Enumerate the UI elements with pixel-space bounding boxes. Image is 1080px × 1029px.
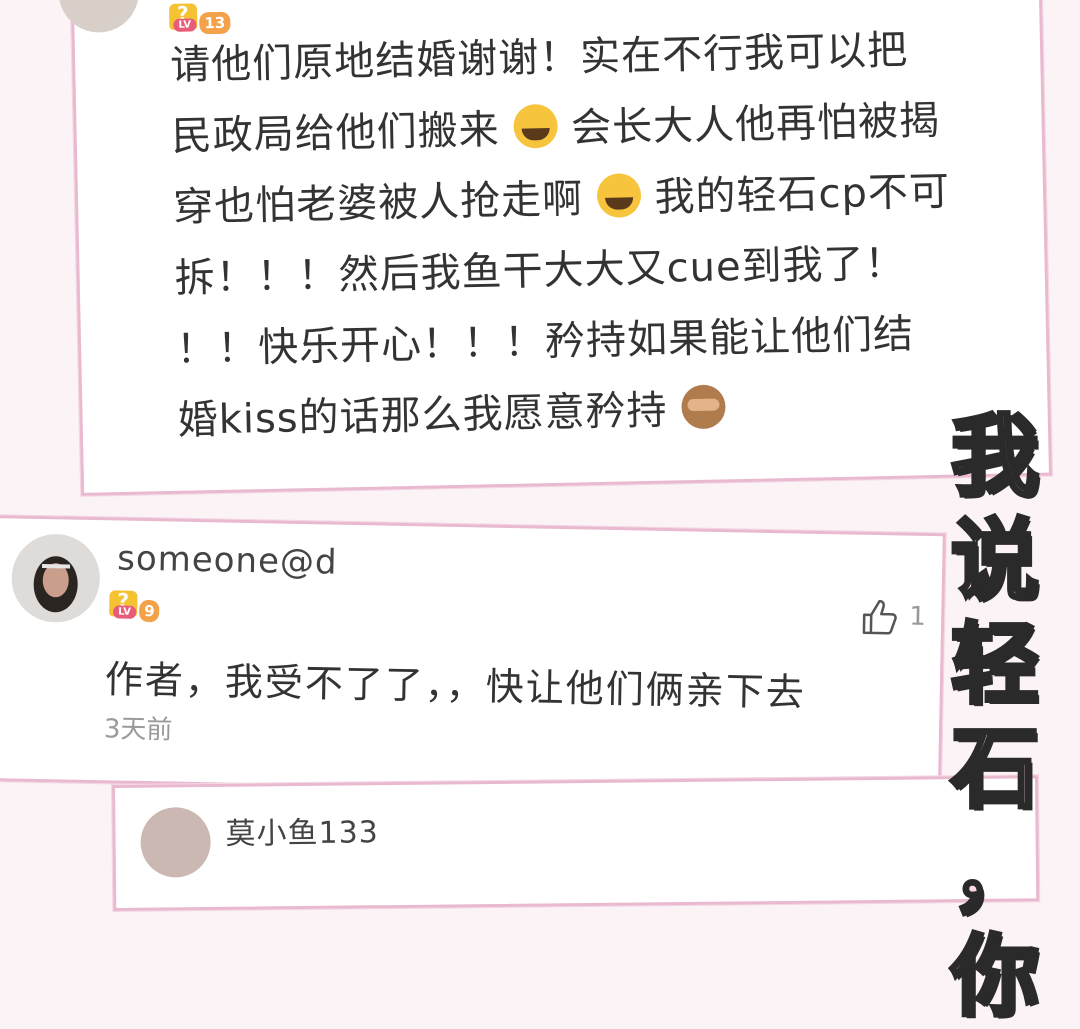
comment-text: 请他们原地结婚谢谢！实在不行我可以把 民政局给他们搬来 会长大人他再怕被揭 穿也… <box>170 13 1029 457</box>
avatar[interactable] <box>10 533 101 624</box>
avatar[interactable] <box>140 806 211 878</box>
comment-card: 莫小鱼133 <box>112 775 1040 911</box>
comment-segment: 民政局给他们搬来 <box>171 107 501 160</box>
username[interactable]: 莫小鱼133 <box>225 807 379 853</box>
caption-char: 我 <box>949 403 1041 510</box>
comment-segment: 婚kiss的话那么我愿意矜持 <box>177 387 669 444</box>
level-number: 9 <box>138 599 160 623</box>
caption-char: 石 <box>949 715 1041 822</box>
avatar[interactable] <box>57 0 140 34</box>
comment-segment: 会长大人他再怕被揭 <box>570 97 941 152</box>
comment-time: 3天前 <box>103 714 173 746</box>
comment-card: LV 13 请他们原地结婚谢谢！实在不行我可以把 民政局给他们搬来 会长大人他再… <box>57 0 1053 496</box>
caption-char: 轻 <box>949 611 1041 718</box>
see-no-evil-monkey-icon <box>680 384 726 430</box>
comment-card: someone@d LV 9 1 作者，我受不了了，，快让他们俩亲下去 3天前 <box>0 515 946 800</box>
caption-char: ， <box>949 819 1041 926</box>
thumbs-up-icon[interactable] <box>856 595 901 640</box>
comment-text: 作者，我受不了了，，快让他们俩亲下去 <box>104 657 807 715</box>
like-count: 1 <box>908 601 927 632</box>
level-prefix: LV <box>113 605 137 619</box>
joy-emoji-icon <box>512 103 558 149</box>
caption-char: 你 <box>949 923 1041 1029</box>
comment-segment: 我的轻石cp不可 <box>654 168 951 221</box>
level-badge: LV 9 <box>109 585 160 623</box>
side-caption: 我 说 轻 石 ， 你 <box>935 403 1055 1029</box>
username[interactable]: someone@d <box>117 538 338 582</box>
caption-char: 说 <box>949 507 1041 614</box>
comment-segment: 穿也怕老婆被人抢走啊 <box>172 176 584 231</box>
joy-emoji-icon <box>596 173 642 219</box>
